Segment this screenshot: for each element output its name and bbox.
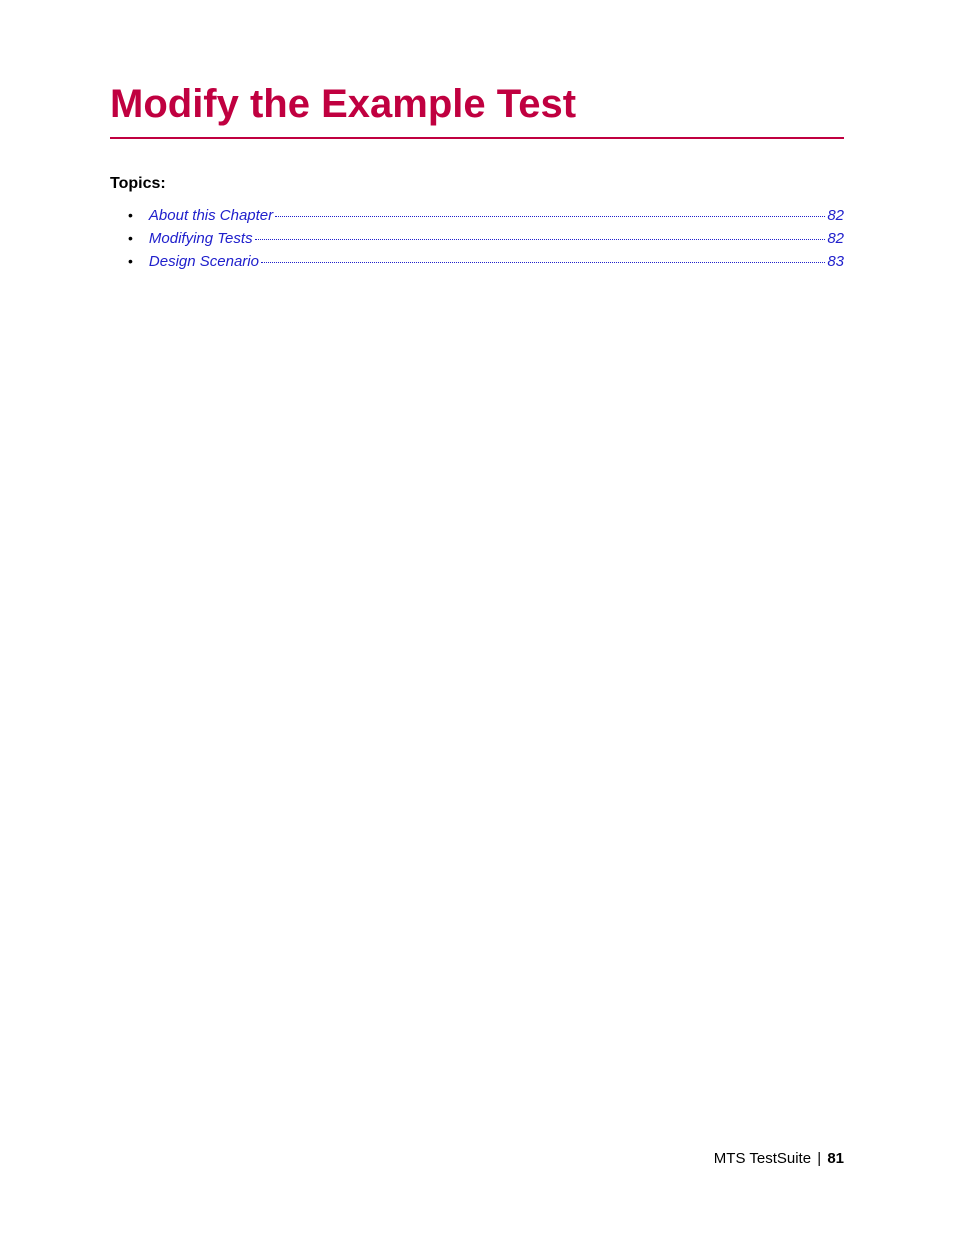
toc-link-about-this-chapter[interactable]: About this Chapter: [149, 207, 273, 224]
chapter-title: Modify the Example Test: [110, 82, 844, 139]
bullet-icon: •: [128, 207, 133, 223]
toc-item: • Modifying Tests 82: [128, 230, 844, 247]
footer-page-number: 81: [827, 1150, 844, 1167]
toc-leader: [255, 239, 826, 240]
toc-leader: [261, 262, 825, 263]
footer-product-name: MTS TestSuite: [714, 1150, 811, 1167]
toc-page-number[interactable]: 82: [827, 230, 844, 247]
toc-page-number[interactable]: 83: [827, 253, 844, 270]
toc-item: • About this Chapter 82: [128, 207, 844, 224]
toc-list: • About this Chapter 82 • Modifying Test…: [110, 207, 844, 270]
bullet-icon: •: [128, 253, 133, 269]
bullet-icon: •: [128, 230, 133, 246]
topics-label: Topics:: [110, 175, 844, 193]
toc-page-number[interactable]: 82: [827, 207, 844, 224]
footer-separator: |: [817, 1150, 821, 1167]
page-footer: MTS TestSuite | 81: [714, 1150, 844, 1167]
toc-item: • Design Scenario 83: [128, 253, 844, 270]
toc-leader: [275, 216, 825, 217]
page-content: Modify the Example Test Topics: • About …: [0, 0, 954, 270]
toc-link-design-scenario[interactable]: Design Scenario: [149, 253, 259, 270]
toc-link-modifying-tests[interactable]: Modifying Tests: [149, 230, 253, 247]
